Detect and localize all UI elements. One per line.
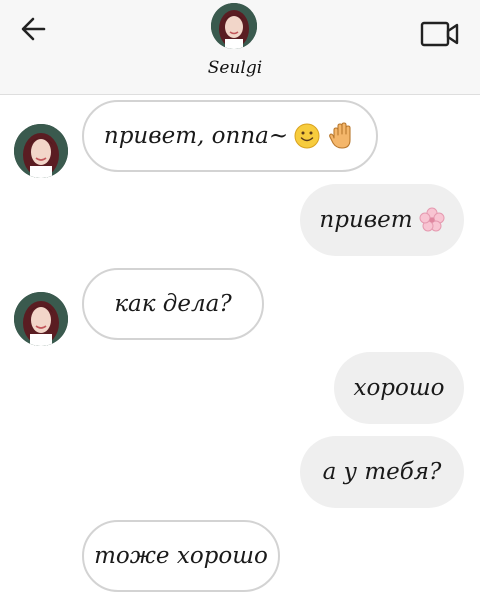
back-button[interactable] [14, 12, 54, 46]
message-bubble-outgoing[interactable]: а у тебя? [300, 436, 464, 508]
message-text: как дела? [114, 291, 232, 317]
message-bubble-outgoing[interactable]: хорошо [334, 352, 464, 424]
video-camera-icon [420, 21, 459, 47]
message-text: тоже хорошо [94, 543, 268, 569]
smiling-face-icon [294, 123, 320, 149]
chat-header: Seulgi [0, 0, 480, 95]
avatar-photo [14, 292, 68, 346]
contact-avatar[interactable] [211, 3, 257, 49]
arrow-left-icon [21, 17, 46, 41]
message-text: а у тебя? [322, 459, 442, 485]
message-text: привет, оппа~ [103, 123, 289, 149]
sender-avatar[interactable] [14, 292, 68, 346]
sender-avatar[interactable] [14, 124, 68, 178]
message-bubble-incoming[interactable]: тоже хорошо [82, 520, 280, 592]
message-bubble-incoming[interactable]: привет, оппа~ [82, 100, 378, 172]
avatar-photo [211, 3, 257, 49]
message-text: хорошо [353, 375, 445, 401]
message-bubble-incoming[interactable]: как дела? [82, 268, 264, 340]
message-text: привет [319, 207, 413, 233]
cherry-blossom-icon [419, 207, 445, 233]
waving-hand-icon [326, 121, 356, 151]
message-bubble-outgoing[interactable]: привет [300, 184, 464, 256]
contact-name[interactable]: Seulgi [170, 58, 300, 78]
video-call-button[interactable] [414, 14, 466, 54]
avatar-photo [14, 124, 68, 178]
